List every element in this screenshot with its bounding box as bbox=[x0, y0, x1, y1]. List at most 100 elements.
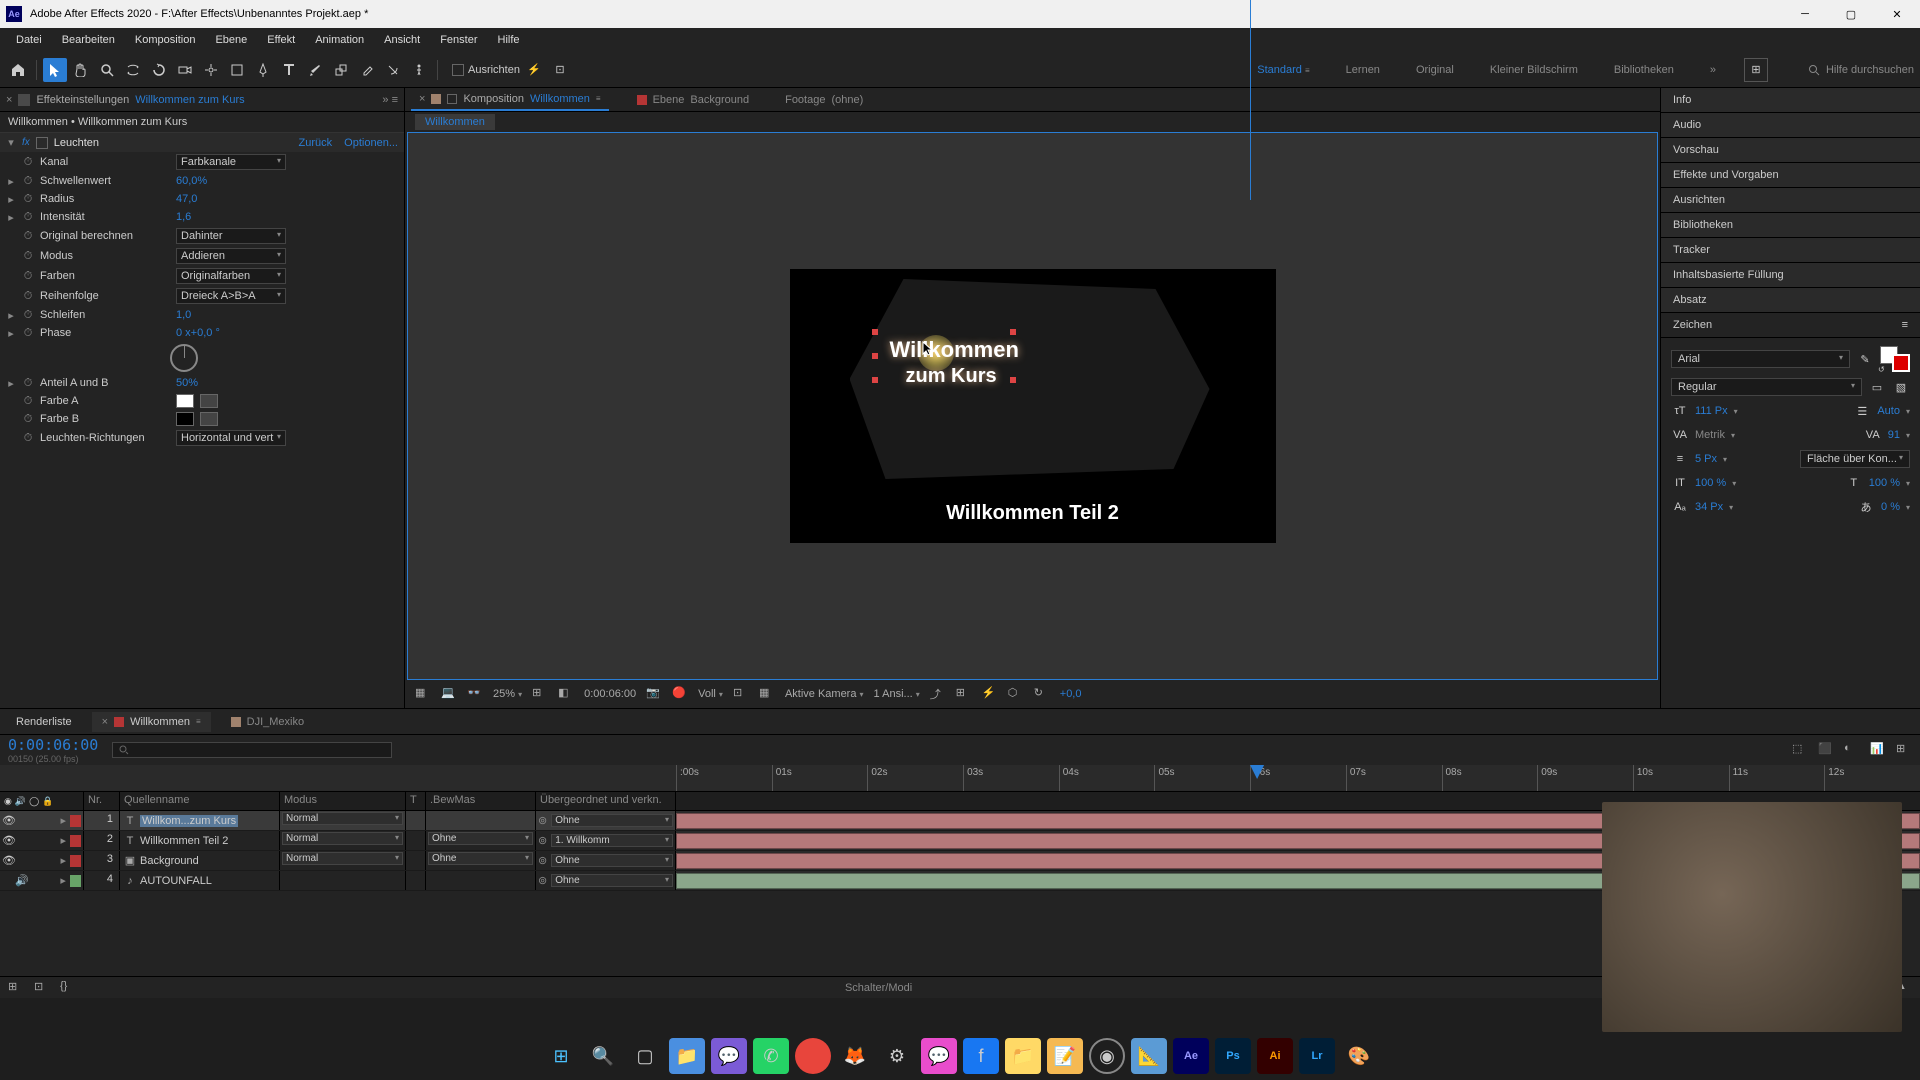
prop-dropdown[interactable]: Dreieck A>B>A▾ bbox=[176, 288, 286, 304]
display-icon[interactable]: 💻 bbox=[441, 686, 457, 702]
menu-help[interactable]: Hilfe bbox=[488, 30, 530, 50]
col-mode[interactable]: Modus bbox=[280, 792, 406, 810]
layer-name[interactable]: ♪AUTOUNFALL bbox=[120, 871, 280, 890]
leading-input[interactable]: Auto bbox=[1877, 405, 1900, 417]
lock-toggle[interactable] bbox=[44, 874, 56, 888]
ruler-tick[interactable]: 11s bbox=[1729, 765, 1825, 791]
visibility-toggle[interactable]: 👁 bbox=[2, 854, 16, 868]
tl-tab-render[interactable]: Renderliste bbox=[6, 712, 82, 732]
viewer-text-line1[interactable]: Willkommen bbox=[890, 337, 1019, 363]
ruler-tick[interactable]: 05s bbox=[1154, 765, 1250, 791]
panel-header[interactable]: Bibliotheken bbox=[1661, 213, 1920, 238]
minimize-button[interactable]: ─ bbox=[1782, 0, 1828, 28]
snap-checkbox[interactable]: Ausrichten bbox=[452, 64, 520, 76]
timecode-input[interactable]: 0:00:06:00 bbox=[8, 736, 98, 754]
pen-tool[interactable] bbox=[251, 58, 275, 82]
angle-dial[interactable] bbox=[170, 344, 198, 372]
pickwhip-icon[interactable]: ⊚ bbox=[538, 874, 547, 887]
expand-icon[interactable]: ▸ bbox=[6, 309, 16, 322]
taskbar-ps[interactable]: Ps bbox=[1215, 1038, 1251, 1074]
panel-header[interactable]: Info bbox=[1661, 88, 1920, 113]
label-color[interactable] bbox=[70, 855, 81, 867]
stopwatch-icon[interactable]: ⏱ bbox=[22, 230, 34, 242]
col-t[interactable]: T bbox=[406, 792, 426, 810]
stopwatch-icon[interactable]: ⏱ bbox=[22, 211, 34, 223]
resolution-dropdown[interactable]: Voll ▾ bbox=[698, 688, 723, 700]
panel-header[interactable]: Ausrichten bbox=[1661, 188, 1920, 213]
mask-icon[interactable]: 👓 bbox=[467, 686, 483, 702]
effect-reset[interactable]: Zurück bbox=[299, 137, 333, 149]
workspace-standard[interactable]: Standard ≡ bbox=[1249, 60, 1317, 80]
prop-dropdown[interactable]: Horizontal und vert▾ bbox=[176, 430, 286, 446]
shy-icon[interactable]: ⬚ bbox=[1792, 742, 1808, 758]
draft-3d-icon[interactable]: ⊞ bbox=[1896, 742, 1912, 758]
hscale-input[interactable]: 100 % bbox=[1869, 477, 1900, 489]
viewer-text-line2[interactable]: zum Kurs bbox=[906, 365, 997, 388]
ruler-tick[interactable]: 03s bbox=[963, 765, 1059, 791]
stopwatch-icon[interactable]: ⏱ bbox=[22, 193, 34, 205]
tl-tab-comp[interactable]: × Willkommen ≡ bbox=[92, 712, 211, 732]
orbit-tool[interactable] bbox=[121, 58, 145, 82]
visibility-toggle[interactable]: 👁 bbox=[2, 834, 16, 848]
taskbar-app1[interactable] bbox=[795, 1038, 831, 1074]
hand-tool[interactable] bbox=[69, 58, 93, 82]
stroke-over-dropdown[interactable]: Fläche über Kon...▾ bbox=[1800, 450, 1910, 468]
shape-tool[interactable] bbox=[225, 58, 249, 82]
ruler-tick[interactable]: 12s bbox=[1824, 765, 1920, 791]
font-dropdown[interactable]: Arial▾ bbox=[1671, 350, 1850, 368]
stroke-color[interactable] bbox=[1892, 354, 1910, 372]
taskbar-folder[interactable]: 📁 bbox=[1005, 1038, 1041, 1074]
ruler-tick[interactable]: 08s bbox=[1442, 765, 1538, 791]
lock-toggle[interactable] bbox=[44, 814, 56, 828]
timecode-display[interactable]: 0:00:06:00 bbox=[584, 688, 636, 700]
graph-icon[interactable]: 📊 bbox=[1870, 742, 1886, 758]
ruler-tick[interactable]: 04s bbox=[1059, 765, 1155, 791]
tab-lock-icon[interactable] bbox=[18, 94, 30, 106]
layer-name[interactable]: ▣Background bbox=[120, 851, 280, 870]
selection-tool[interactable] bbox=[43, 58, 67, 82]
roto-tool[interactable] bbox=[381, 58, 405, 82]
solo-toggle[interactable] bbox=[30, 874, 42, 888]
stopwatch-icon[interactable]: ⏱ bbox=[22, 156, 34, 168]
audio-toggle[interactable] bbox=[17, 834, 29, 848]
prop-value[interactable]: 47,0 bbox=[176, 193, 197, 205]
workspace-small[interactable]: Kleiner Bildschirm bbox=[1482, 60, 1586, 80]
effect-header[interactable]: ▾ fx Leuchten Zurück Optionen... bbox=[0, 133, 404, 152]
ruler-tick[interactable]: :00s bbox=[676, 765, 772, 791]
maximize-button[interactable]: ▢ bbox=[1828, 0, 1874, 28]
toggle-modes-icon[interactable]: ⊡ bbox=[34, 980, 50, 996]
stopwatch-icon[interactable]: ⏱ bbox=[22, 413, 34, 425]
refresh-icon[interactable]: ↻ bbox=[1034, 686, 1050, 702]
comp-breadcrumb[interactable]: Willkommen bbox=[405, 112, 1660, 132]
menu-layer[interactable]: Ebene bbox=[205, 30, 257, 50]
camera-dropdown[interactable]: Aktive Kamera ▾ bbox=[785, 688, 864, 700]
ruler-tick[interactable]: 01s bbox=[772, 765, 868, 791]
zoom-tool[interactable] bbox=[95, 58, 119, 82]
menu-effect[interactable]: Effekt bbox=[257, 30, 305, 50]
expand-icon[interactable]: ▸ bbox=[6, 327, 16, 340]
exposure-value[interactable]: +0,0 bbox=[1060, 688, 1082, 700]
taskbar-whatsapp[interactable]: ✆ bbox=[753, 1038, 789, 1074]
comp-tab-composition[interactable]: × Komposition Willkommen ≡ bbox=[411, 89, 609, 111]
blend-mode-dropdown[interactable]: Normal▾ bbox=[282, 832, 403, 845]
workspace-original[interactable]: Original bbox=[1408, 60, 1462, 80]
magnify-icon[interactable]: ▦ bbox=[415, 686, 431, 702]
prop-dropdown[interactable]: Farbkanale▾ bbox=[176, 154, 286, 170]
taskbar-facebook[interactable]: f bbox=[963, 1038, 999, 1074]
taskbar-teams[interactable]: 💬 bbox=[711, 1038, 747, 1074]
audio-toggle[interactable]: 🔊 bbox=[15, 874, 29, 888]
prop-dropdown[interactable]: Addieren▾ bbox=[176, 248, 286, 264]
parent-dropdown[interactable]: Ohne▾ bbox=[551, 814, 673, 827]
text-tool[interactable] bbox=[277, 58, 301, 82]
layer-name[interactable]: TWillkom...zum Kurs bbox=[120, 811, 280, 830]
timeline-search[interactable] bbox=[112, 742, 392, 758]
stopwatch-icon[interactable]: ⏱ bbox=[22, 432, 34, 444]
effect-enable-icon[interactable] bbox=[36, 137, 48, 149]
taskbar-ai[interactable]: Ai bbox=[1257, 1038, 1293, 1074]
snapshot-icon[interactable]: 📷 bbox=[646, 686, 662, 702]
effect-options[interactable]: Optionen... bbox=[344, 137, 398, 149]
label-color[interactable] bbox=[70, 835, 81, 847]
stopwatch-icon[interactable]: ⏱ bbox=[22, 175, 34, 187]
panel-header[interactable]: Inhaltsbasierte Füllung bbox=[1661, 263, 1920, 288]
tab-close-icon[interactable]: × bbox=[419, 93, 425, 105]
